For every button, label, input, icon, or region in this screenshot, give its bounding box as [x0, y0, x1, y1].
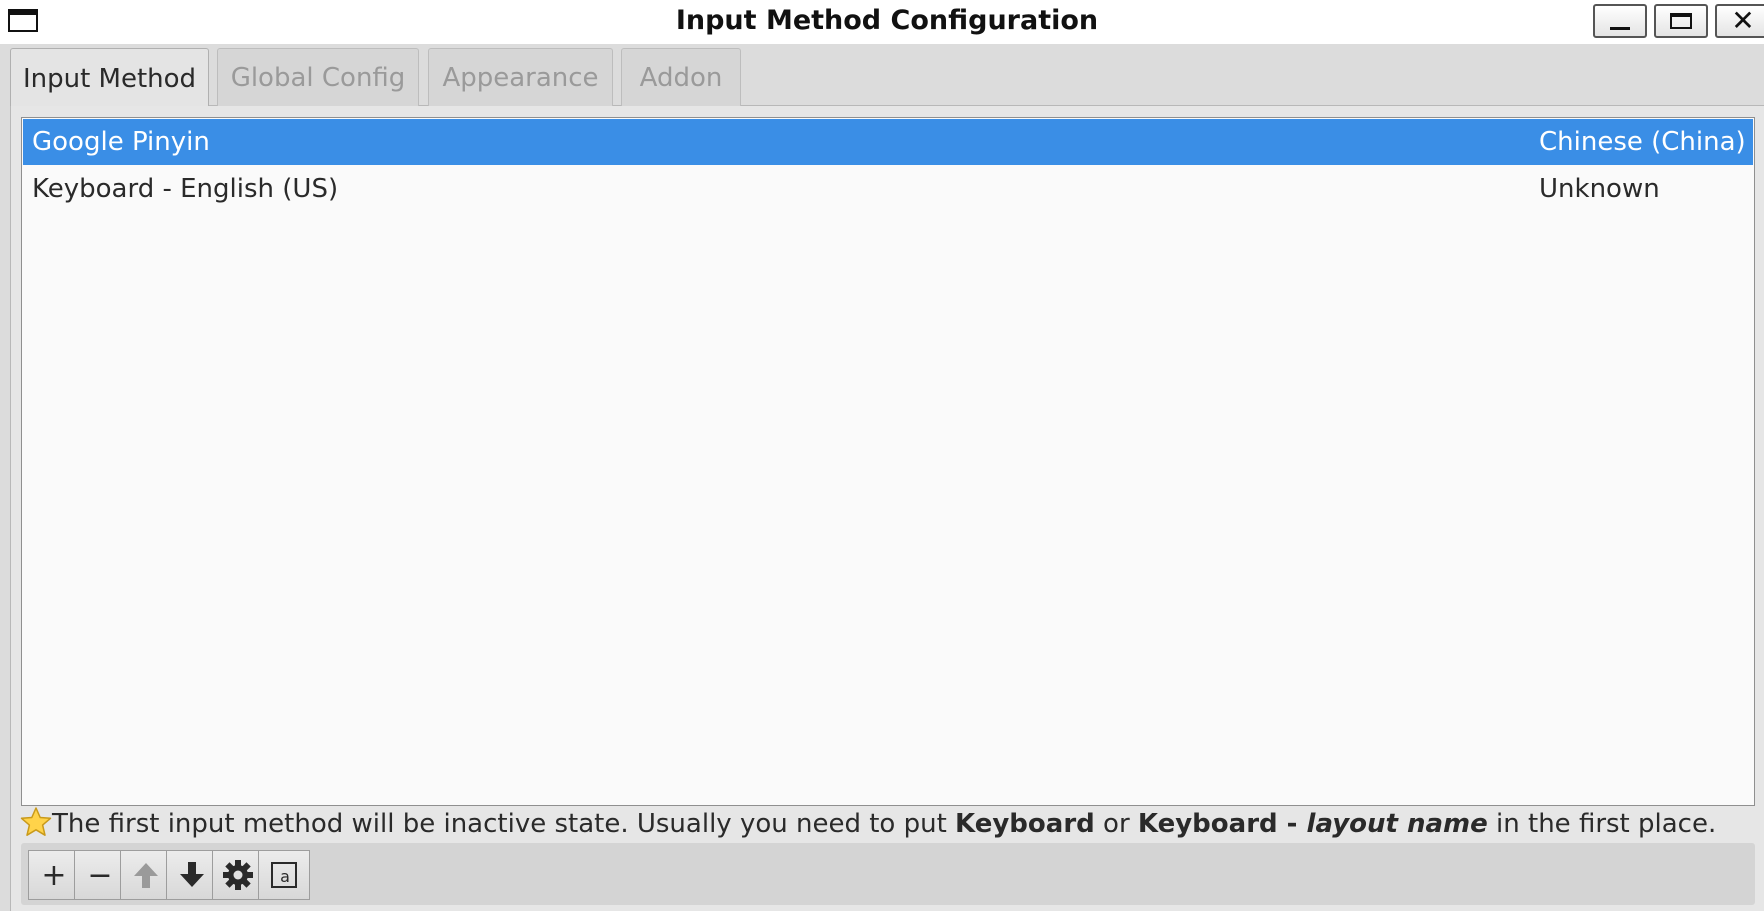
hint-part: in the first place. [1487, 809, 1717, 839]
list-toolbar: + − a [21, 843, 1755, 905]
svg-text:a: a [280, 867, 290, 886]
tab-input-method[interactable]: Input Method [10, 48, 209, 108]
maximize-button[interactable] [1654, 4, 1708, 38]
maximize-icon [1670, 13, 1692, 29]
tab-appearance[interactable]: Appearance [428, 48, 613, 106]
hint-text: The first input method will be inactive … [20, 806, 1764, 842]
minus-icon: − [87, 857, 113, 893]
move-down-button[interactable] [166, 850, 218, 900]
input-method-name: Google Pinyin [32, 127, 210, 157]
arrow-down-icon [180, 862, 204, 887]
gear-icon [223, 860, 253, 890]
hint-bold-keyboard: Keyboard [955, 809, 1095, 839]
minimize-button[interactable] [1593, 4, 1647, 38]
input-method-name: Keyboard - English (US) [32, 174, 339, 204]
list-item[interactable]: Google Pinyin Chinese (China) [23, 119, 1753, 165]
minimize-icon [1610, 26, 1630, 30]
add-button[interactable]: + [28, 850, 80, 900]
close-button[interactable]: ✕ [1715, 4, 1764, 38]
window-title: Input Method Configuration [675, 5, 1099, 36]
arrow-up-icon [134, 863, 158, 888]
close-icon: ✕ [1731, 4, 1755, 37]
hint-bold-keyboard-layout: Keyboard - [1137, 809, 1307, 839]
remove-button[interactable]: − [74, 850, 126, 900]
configure-button[interactable] [212, 850, 264, 900]
keyboard-layout-button[interactable]: a [258, 850, 310, 900]
tab-addon[interactable]: Addon [621, 48, 741, 106]
hint-part: The first input method will be inactive … [52, 809, 956, 839]
input-method-language: Unknown [1539, 174, 1660, 204]
plus-icon: + [41, 857, 67, 893]
tab-global-config[interactable]: Global Config [217, 48, 419, 106]
move-up-button[interactable] [120, 850, 172, 900]
star-icon [20, 807, 52, 836]
hint-bold-italic: layout name [1306, 809, 1488, 839]
keyboard-layout-icon: a [271, 862, 297, 888]
input-method-language: Chinese (China) [1539, 127, 1746, 157]
hint-part: or [1094, 809, 1138, 839]
input-method-list[interactable]: Google Pinyin Chinese (China) Keyboard -… [21, 117, 1755, 806]
title-bar: Input Method Configuration ✕ [0, 0, 1764, 44]
list-item[interactable]: Keyboard - English (US) Unknown [23, 166, 1753, 212]
